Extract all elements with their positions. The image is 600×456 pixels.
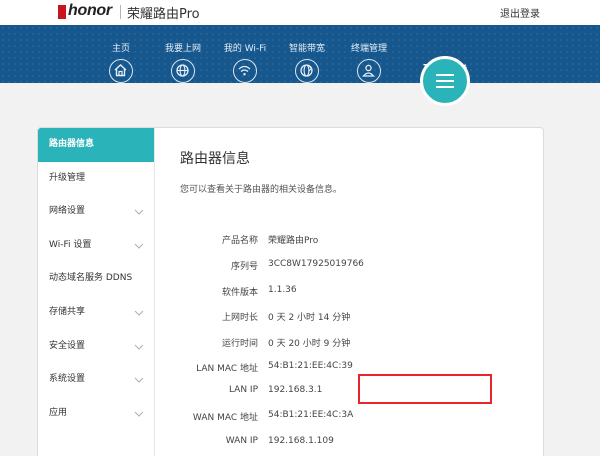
info-label: 序列号 bbox=[230, 262, 258, 272]
sidebar-item-system[interactable]: 系统设置 bbox=[38, 363, 154, 397]
home-icon bbox=[109, 59, 133, 83]
info-value: 3CC8W17925019766 bbox=[268, 259, 364, 269]
info-row-serial: 序列号 3CC8W17925019766 bbox=[180, 257, 420, 273]
menu-icon bbox=[436, 74, 454, 88]
info-label: WAN IP bbox=[225, 436, 258, 446]
main-nav: 主页 我要上网 我的 Wi-Fi 智能带宽 终端管理 更多功能 bbox=[0, 25, 600, 83]
wifi-icon bbox=[233, 59, 257, 83]
nav-label: 终端管理 bbox=[350, 44, 387, 54]
chevron-down-icon bbox=[134, 344, 144, 350]
nav-item-devices[interactable]: 终端管理 bbox=[334, 44, 404, 83]
sidebar-item-label: 升级管理 bbox=[49, 172, 86, 183]
lan-ip-highlight-box bbox=[358, 374, 492, 404]
info-label: 软件版本 bbox=[221, 288, 258, 298]
info-value: 192.168.1.109 bbox=[268, 436, 334, 446]
nav-item-internet[interactable]: 我要上网 bbox=[148, 44, 218, 83]
sidebar-item-apps[interactable]: 应用 bbox=[38, 397, 154, 431]
info-label: LAN IP bbox=[228, 385, 258, 395]
sidebar-item-label: 系统设置 bbox=[49, 374, 86, 385]
page-title: 路由器信息 bbox=[180, 151, 250, 167]
nav-label: 我要上网 bbox=[164, 44, 201, 54]
info-label: WAN MAC 地址 bbox=[192, 413, 258, 423]
product-title: 荣耀路由Pro bbox=[127, 7, 200, 22]
nav-item-bandwidth[interactable]: 智能带宽 bbox=[272, 44, 342, 83]
logout-link[interactable]: 退出登录 bbox=[500, 5, 540, 20]
sidebar-item-security[interactable]: 安全设置 bbox=[38, 330, 154, 364]
nav-label: 主页 bbox=[111, 44, 130, 54]
chevron-down-icon bbox=[134, 377, 144, 383]
info-row-software-version: 软件版本 1.1.36 bbox=[180, 283, 420, 299]
sidebar-item-label: 存储共享 bbox=[49, 306, 86, 317]
info-value: 0 天 20 小时 9 分钟 bbox=[268, 339, 351, 349]
info-value: 54:B1:21:EE:4C:39 bbox=[268, 361, 353, 371]
chevron-down-icon bbox=[134, 411, 144, 417]
sidebar-item-label: 安全设置 bbox=[49, 340, 86, 351]
info-row-uptime: 运行时间 0 天 20 小时 9 分钟 bbox=[180, 334, 420, 350]
sidebar-item-upgrade[interactable]: 升级管理 bbox=[38, 162, 154, 196]
info-row-lan-mac: LAN MAC 地址 54:B1:21:EE:4C:39 bbox=[180, 359, 420, 375]
bandwidth-icon bbox=[295, 59, 319, 83]
sidebar-item-wifi[interactable]: Wi-Fi 设置 bbox=[38, 229, 154, 263]
settings-card: 路由器信息 升级管理 网络设置 Wi-Fi 设置 动态域名服务 DDNS 存储共… bbox=[37, 127, 544, 456]
globe-icon bbox=[171, 59, 195, 83]
info-label: LAN MAC 地址 bbox=[196, 364, 258, 374]
info-row-product-name: 产品名称 荣耀路由Pro bbox=[180, 231, 420, 247]
nav-label: 我的 Wi-Fi bbox=[223, 44, 267, 54]
nav-item-wifi[interactable]: 我的 Wi-Fi bbox=[210, 44, 280, 83]
info-label: 产品名称 bbox=[221, 236, 258, 246]
sidebar-item-network[interactable]: 网络设置 bbox=[38, 195, 154, 229]
sidebar-item-label: 动态域名服务 DDNS bbox=[49, 273, 133, 284]
chevron-down-icon bbox=[134, 209, 144, 215]
sidebar: 路由器信息 升级管理 网络设置 Wi-Fi 设置 动态域名服务 DDNS 存储共… bbox=[38, 128, 155, 456]
nav-item-home[interactable]: 主页 bbox=[86, 44, 156, 83]
chevron-down-icon bbox=[134, 310, 144, 316]
info-row-wan-ip: WAN IP 192.168.1.109 bbox=[180, 434, 420, 450]
logo-divider bbox=[120, 5, 121, 19]
page-description: 您可以查看关于路由器的相关设备信息。 bbox=[180, 185, 343, 195]
info-label: 上网时长 bbox=[221, 313, 258, 323]
sidebar-item-storage[interactable]: 存储共享 bbox=[38, 296, 154, 330]
top-bar: honor 荣耀路由Pro 退出登录 bbox=[0, 0, 600, 25]
nav-label: 智能带宽 bbox=[288, 44, 325, 54]
info-value: 54:B1:21:EE:4C:3A bbox=[268, 410, 354, 420]
honor-logo-badge bbox=[58, 5, 66, 19]
sidebar-item-label: 网络设置 bbox=[49, 206, 86, 217]
sidebar-item-ddns[interactable]: 动态域名服务 DDNS bbox=[38, 262, 154, 296]
user-icon bbox=[357, 59, 381, 83]
sidebar-item-label: Wi-Fi 设置 bbox=[49, 239, 92, 250]
sidebar-item-router-info[interactable]: 路由器信息 bbox=[38, 128, 154, 162]
sidebar-item-label: 应用 bbox=[49, 407, 68, 418]
honor-logo: honor bbox=[68, 2, 112, 19]
info-row-wan-mac: WAN MAC 地址 54:B1:21:EE:4C:3A bbox=[180, 408, 420, 424]
info-value: 192.168.3.1 bbox=[268, 385, 323, 395]
sidebar-item-label: 路由器信息 bbox=[49, 139, 95, 149]
info-value: 0 天 2 小时 14 分钟 bbox=[268, 313, 351, 323]
more-features-button[interactable] bbox=[420, 56, 470, 106]
info-row-online-time: 上网时长 0 天 2 小时 14 分钟 bbox=[180, 308, 420, 324]
info-label: 运行时间 bbox=[221, 339, 258, 349]
chevron-down-icon bbox=[134, 243, 144, 249]
info-value: 荣耀路由Pro bbox=[268, 236, 319, 246]
info-value: 1.1.36 bbox=[268, 285, 297, 295]
